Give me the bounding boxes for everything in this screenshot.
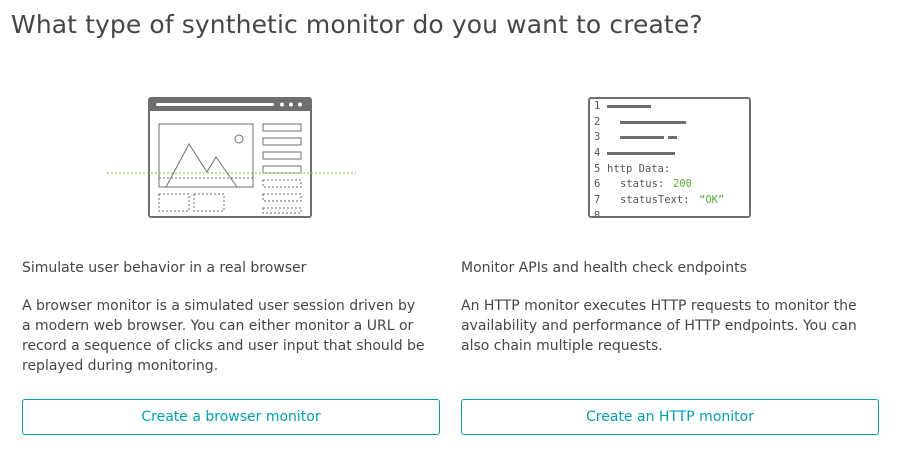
- browser-card-heading: Simulate user behavior in a real browser: [22, 260, 307, 276]
- create-browser-monitor-button[interactable]: Create a browser monitor: [22, 399, 440, 435]
- code-line-number: 8: [594, 210, 600, 220]
- code-line-number: 7: [594, 194, 600, 206]
- code-line-key: status:: [620, 178, 664, 190]
- browser-card-description: A browser monitor is a simulated user se…: [22, 298, 425, 374]
- code-line-value: 200: [673, 178, 692, 190]
- code-line-number: 5: [594, 163, 600, 175]
- code-line-number: 6: [594, 178, 600, 190]
- http-card-heading: Monitor APIs and health check endpoints: [461, 260, 747, 276]
- code-line-value: “OK”: [699, 194, 724, 206]
- http-card-description: An HTTP monitor executes HTTP requests t…: [461, 298, 857, 354]
- synthetic-monitor-type-page: What type of synthetic monitor do you wa…: [0, 0, 924, 457]
- browser-window-icon: [107, 97, 356, 218]
- code-line-number: 4: [594, 147, 600, 159]
- code-line-number: 3: [594, 131, 600, 143]
- code-line-number: 2: [594, 116, 600, 128]
- code-line-number: 1: [594, 100, 600, 112]
- code-line-key: statusText:: [620, 194, 690, 206]
- code-editor-icon: 1 2 3 4 5 http Data: 6 status: 200 7 sta…: [588, 97, 751, 220]
- create-http-monitor-button[interactable]: Create an HTTP monitor: [461, 399, 879, 435]
- code-line-text: http Data:: [607, 163, 670, 175]
- page-title: What type of synthetic monitor do you wa…: [11, 10, 703, 39]
